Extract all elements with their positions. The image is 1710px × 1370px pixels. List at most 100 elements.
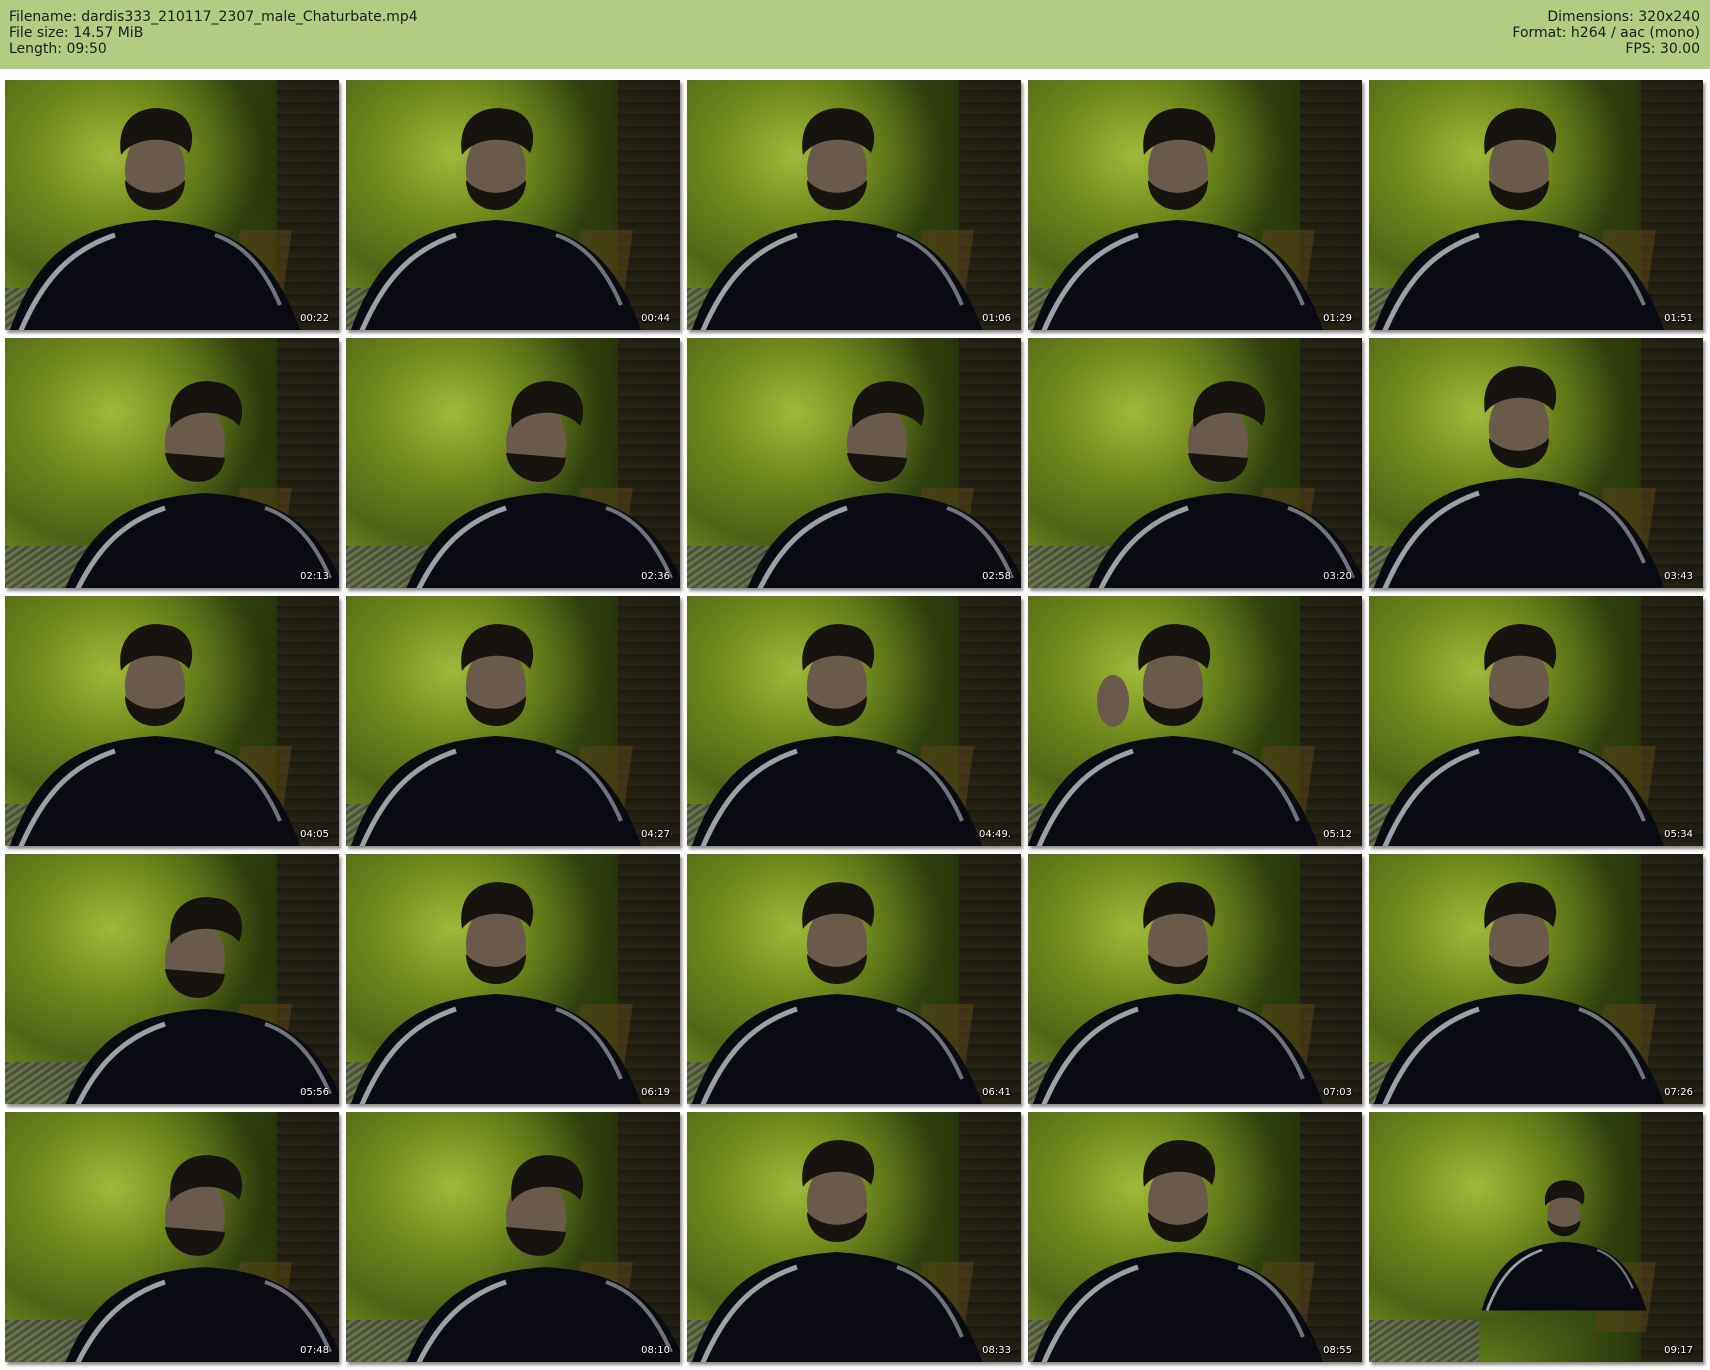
person-figure [350, 882, 642, 1104]
jacket-shape [406, 493, 680, 588]
jacket-shape [9, 220, 301, 330]
person-figure [691, 108, 983, 330]
thumbnail-timestamp: 00:22 [300, 313, 329, 324]
thumbnail-timestamp: 01:29 [1323, 313, 1352, 324]
person-figure [1088, 381, 1362, 588]
thumbnail-timestamp: 05:56 [300, 1087, 329, 1098]
video-thumbnail[interactable]: 01:29 [1028, 80, 1362, 330]
video-thumbnail[interactable]: 07:26 [1369, 854, 1703, 1104]
jacket-shape [691, 220, 983, 330]
video-thumbnail[interactable]: 05:12 [1028, 596, 1362, 846]
thumbnail-timestamp: 00:44 [641, 313, 670, 324]
thumbnail-timestamp: 02:36 [641, 571, 670, 582]
jacket-shape [350, 736, 642, 846]
video-thumbnail[interactable]: 07:48 [5, 1112, 339, 1362]
thumbnail-timestamp: 03:43 [1664, 571, 1693, 582]
thumbnail-timestamp: 04:27 [641, 829, 670, 840]
video-thumbnail[interactable]: 08:10 [346, 1112, 680, 1362]
video-thumbnail[interactable]: 00:22 [5, 80, 339, 330]
video-thumbnail[interactable]: 01:51 [1369, 80, 1703, 330]
video-thumbnail[interactable]: 06:19 [346, 854, 680, 1104]
jacket-shape [747, 493, 1021, 588]
jacket-shape [1373, 478, 1665, 588]
video-thumbnail[interactable]: 09:17 [1369, 1112, 1703, 1362]
video-thumbnail[interactable]: 04:49. [687, 596, 1021, 846]
beard-shape [165, 1227, 225, 1256]
thumbnail-timestamp: 06:41 [982, 1087, 1011, 1098]
person-figure [9, 624, 301, 846]
thumbnail-timestamp: 07:03 [1323, 1087, 1352, 1098]
person-figure [65, 1155, 339, 1362]
fps-text: FPS: 30.00 [1625, 41, 1700, 57]
format-info: Dimensions: 320x240 Format: h264 / aac (… [1512, 9, 1700, 57]
thumbnail-timestamp: 04:05 [300, 829, 329, 840]
person-figure [9, 108, 301, 330]
thumbnail-timestamp: 02:58 [982, 571, 1011, 582]
jacket-shape [406, 1267, 680, 1362]
video-thumbnail[interactable]: 04:27 [346, 596, 680, 846]
person-figure [1032, 108, 1324, 330]
video-thumbnail[interactable]: 02:36 [346, 338, 680, 588]
person-figure [1373, 108, 1665, 330]
jacket-shape [65, 1009, 339, 1104]
video-thumbnail[interactable]: 08:55 [1028, 1112, 1362, 1362]
thumbnail-grid: 00:22 00:44 01:06 01:29 01:51 02:13 02:36 02:58… [5, 80, 1703, 1362]
video-thumbnail[interactable]: 05:56 [5, 854, 339, 1104]
hand-shape [1097, 675, 1129, 727]
person-figure [1373, 624, 1665, 846]
person-figure [406, 1155, 680, 1362]
video-thumbnail[interactable]: 07:03 [1028, 854, 1362, 1104]
beard-shape [506, 453, 566, 482]
info-header: Filename: dardis333_210117_2307_male_Cha… [0, 0, 1710, 69]
thumbnail-timestamp: 07:26 [1664, 1087, 1693, 1098]
person-figure [65, 897, 339, 1104]
format-text: Format: h264 / aac (mono) [1512, 25, 1700, 41]
beard-shape [1188, 453, 1248, 482]
jacket-shape [350, 994, 642, 1104]
beard-shape [506, 1227, 566, 1256]
video-thumbnail[interactable]: 02:58 [687, 338, 1021, 588]
video-thumbnail[interactable]: 01:06 [687, 80, 1021, 330]
video-thumbnail[interactable]: 08:33 [687, 1112, 1021, 1362]
person-figure [1373, 366, 1665, 588]
video-thumbnail[interactable]: 00:44 [346, 80, 680, 330]
jacket-shape [1373, 220, 1665, 330]
jacket-shape [691, 736, 983, 846]
jacket-shape [65, 1267, 339, 1362]
jacket-shape [1373, 736, 1665, 846]
person-figure [350, 108, 642, 330]
thumbnail-timestamp: 07:48 [300, 1345, 329, 1356]
person-figure [691, 882, 983, 1104]
beard-shape [847, 453, 907, 482]
person-figure [691, 1140, 983, 1362]
thumbnail-timestamp: 01:06 [982, 313, 1011, 324]
thumbnail-timestamp: 05:12 [1323, 829, 1352, 840]
person-figure [1481, 1180, 1647, 1311]
thumbnail-timestamp: 01:51 [1664, 313, 1693, 324]
video-thumbnail[interactable]: 04:05 [5, 596, 339, 846]
file-size-text: File size: 14.57 MiB [9, 25, 144, 41]
filename-text: Filename: dardis333_210117_2307_male_Cha… [9, 9, 418, 25]
thumbnail-timestamp: 06:19 [641, 1087, 670, 1098]
file-info: Filename: dardis333_210117_2307_male_Cha… [9, 9, 418, 57]
person-figure [1032, 882, 1324, 1104]
thumbnail-timestamp: 02:13 [300, 571, 329, 582]
beard-shape [165, 453, 225, 482]
jacket-shape [9, 736, 301, 846]
video-thumbnail[interactable]: 06:41 [687, 854, 1021, 1104]
length-text: Length: 09:50 [9, 41, 107, 57]
video-thumbnail[interactable]: 03:43 [1369, 338, 1703, 588]
thumbnail-timestamp: 08:55 [1323, 1345, 1352, 1356]
thumbnail-timestamp: 03:20 [1323, 571, 1352, 582]
beard-shape [165, 969, 225, 998]
person-figure [350, 624, 642, 846]
dimensions-text: Dimensions: 320x240 [1547, 9, 1700, 25]
video-thumbnail[interactable]: 02:13 [5, 338, 339, 588]
person-figure [1373, 882, 1665, 1104]
jacket-shape [65, 493, 339, 588]
jacket-shape [691, 994, 983, 1104]
person-figure [1028, 624, 1319, 846]
jacket-shape [1088, 493, 1362, 588]
video-thumbnail[interactable]: 03:20 [1028, 338, 1362, 588]
video-thumbnail[interactable]: 05:34 [1369, 596, 1703, 846]
